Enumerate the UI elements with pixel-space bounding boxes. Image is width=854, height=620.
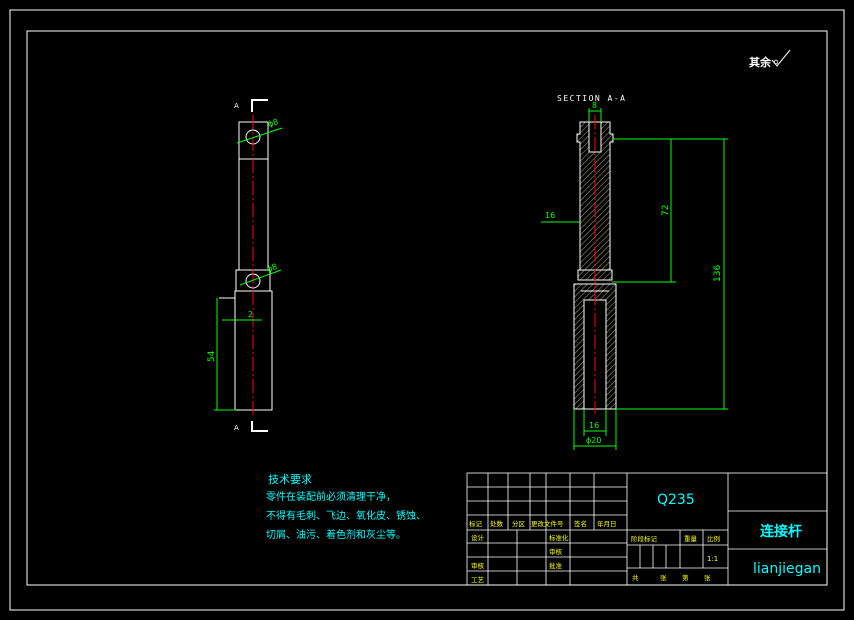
- tube-step: [219, 291, 236, 299]
- sheet-label: 共: [632, 573, 639, 582]
- header-label: 年月日: [597, 519, 617, 528]
- tech-note-line: 不得有毛刺、飞边、氧化皮、锈蚀、: [266, 509, 426, 522]
- header-label: 标记: [469, 519, 483, 528]
- row-label: 工艺: [471, 576, 485, 584]
- tech-note-line: 零件在装配前必须清理干净，: [266, 490, 396, 503]
- roughness-note: 其余: [749, 55, 772, 69]
- section-cut-top: [251, 99, 268, 112]
- front-view: A A ϕ8 ϕ8 2 54: [207, 99, 283, 432]
- roughness-circle-icon: [773, 59, 779, 65]
- outer-sheet-border: [9, 9, 845, 611]
- tech-note-line: 切屑、油污、着色剂和灰尘等。: [266, 528, 406, 541]
- inner-frame-border: [26, 30, 828, 586]
- section-mark-top: A: [234, 102, 239, 110]
- section-cut-bottom: [251, 421, 268, 432]
- dim-left-bore: 16: [545, 211, 555, 220]
- header-label: 更改文件号: [531, 519, 564, 528]
- dim-total-length: 136: [713, 265, 723, 282]
- dim-leader-hole-top: [236, 127, 283, 144]
- section-view: SECTION A-A 8 16 72 136 16 ϕ20: [541, 94, 728, 450]
- dim-length: 54: [207, 350, 217, 362]
- dim-outer-diameter: ϕ20: [586, 436, 601, 445]
- drawing-canvas: 其余 A A ϕ8 ϕ8 2 54 SECTION A-A 8 16 72 13…: [9, 9, 845, 611]
- mid-label: 审核: [549, 547, 563, 556]
- dim-step: 2: [248, 310, 253, 319]
- sheet-label: 第: [682, 573, 689, 582]
- header-label: 分区: [512, 519, 526, 528]
- tech-notes: 技术要求 零件在装配前必须清理干净， 不得有毛刺、飞边、氧化皮、锈蚀、 切屑、油…: [266, 473, 426, 541]
- dim-upper-length: 72: [661, 205, 671, 216]
- part-name-cn: 连接杆: [760, 523, 802, 540]
- stage-label: 阶段标记: [631, 534, 658, 543]
- row-label: 审核: [471, 561, 485, 570]
- stage-label: 比例: [707, 534, 720, 543]
- header-label: 处数: [490, 519, 504, 528]
- sheet-label: 张: [704, 573, 711, 582]
- dim-top-width: 8: [592, 101, 597, 110]
- mid-label: 标准化: [549, 533, 569, 542]
- stage-label: 重量: [684, 535, 698, 543]
- dim-inner-bore: 16: [589, 421, 599, 430]
- material-label: Q235: [657, 492, 695, 508]
- row-label: 设计: [471, 533, 485, 542]
- dim-leader-hole-bottom: [239, 269, 282, 286]
- dim-hole-top: ϕ8: [267, 117, 280, 129]
- sheet-label: 张: [660, 573, 667, 582]
- tech-notes-heading: 技术要求: [268, 473, 312, 486]
- mid-label: 批准: [549, 561, 563, 570]
- part-name-pinyin: lianjiegan: [753, 561, 821, 577]
- header-label: 签名: [574, 519, 587, 528]
- section-mark-bottom: A: [234, 424, 239, 432]
- scale-value: 1:1: [707, 555, 718, 563]
